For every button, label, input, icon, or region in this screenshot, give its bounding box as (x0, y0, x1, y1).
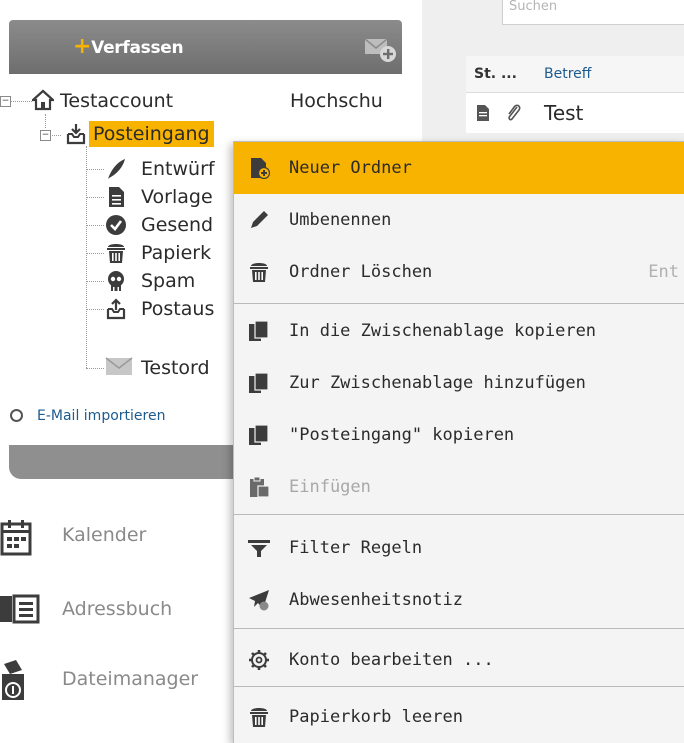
tree-connector (10, 101, 32, 102)
tree-connector (86, 169, 104, 170)
menu-label: "Posteingang" kopieren (289, 425, 515, 445)
search-input[interactable]: Suchen (502, 0, 684, 25)
gear-icon (249, 650, 269, 670)
menu-item-rename[interactable]: Umbenennen (234, 194, 684, 246)
menu-item-edit-account[interactable]: Konto bearbeiten ... (234, 634, 684, 686)
menu-item-absence-note[interactable]: Abwesenheitsnotiz (234, 574, 684, 626)
paperclip-icon (508, 104, 521, 121)
message-subject: Test (544, 101, 584, 125)
message-icon (477, 105, 489, 121)
pencil-icon (251, 211, 268, 228)
plus-icon: + (73, 34, 92, 59)
menu-label: Papierkorb leeren (289, 707, 463, 727)
column-status[interactable]: St. ... (474, 56, 517, 92)
menu-item-copy-clipboard[interactable]: In die Zwischenablage kopieren (234, 305, 684, 357)
menu-item-paste[interactable]: Einfügen (234, 461, 684, 513)
folder-label: Spam (141, 270, 196, 292)
checkmark-circle-icon (106, 215, 126, 235)
menu-separator (234, 628, 684, 629)
folder-label: Testord (141, 357, 210, 379)
menu-label: Zur Zwischenablage hinzufügen (289, 373, 586, 393)
menu-item-add-clipboard[interactable]: Zur Zwischenablage hinzufügen (234, 357, 684, 409)
tree-connector (45, 114, 46, 128)
tree-connector (86, 225, 104, 226)
message-row[interactable]: Test (466, 93, 684, 133)
quill-icon (108, 159, 125, 179)
menu-item-empty-trash[interactable]: Papierkorb leeren (234, 691, 684, 743)
menu-separator (234, 686, 684, 687)
tree-connector (86, 309, 104, 310)
menu-item-new-folder[interactable]: Neuer Ordner (234, 142, 684, 194)
compose-button[interactable]: +Verfassen (73, 32, 184, 62)
paste-icon (250, 476, 270, 498)
context-menu: Neuer Ordner Umbenennen Ordner Löschen E… (233, 141, 684, 743)
menu-label: Filter Regeln (289, 538, 423, 558)
trash-icon (250, 708, 268, 727)
menu-label: Einfügen (289, 477, 371, 497)
menu-separator (234, 514, 684, 515)
menu-label: Neuer Ordner (289, 158, 412, 178)
folder-label: Papierk (141, 242, 212, 264)
menu-item-filter-rules[interactable]: Filter Regeln (234, 522, 684, 574)
account-extra: Hochschu (290, 90, 383, 112)
menu-item-delete-folder[interactable]: Ordner Löschen Ent (234, 246, 684, 298)
envelope-icon (105, 357, 133, 375)
folder-label: Vorlage (141, 186, 213, 208)
folder-label: Gesend (141, 214, 214, 236)
collapse-toggle[interactable]: − (0, 96, 11, 107)
menu-label: Konto bearbeiten ... (289, 650, 494, 670)
tree-connector (86, 197, 104, 198)
document-icon (109, 187, 124, 207)
absence-note-icon (249, 590, 269, 611)
skull-icon (108, 271, 124, 291)
import-email-link[interactable]: E-Mail importieren (10, 408, 165, 424)
folder-label: Posteingang (89, 121, 214, 147)
menu-label: Umbenennen (289, 210, 392, 230)
calendar-icon (0, 520, 32, 556)
new-folder-icon (251, 158, 270, 179)
menu-shortcut: Ent (648, 262, 679, 282)
nav-label: Adressbuch (62, 598, 173, 620)
trash-icon (107, 244, 125, 263)
outbox-icon (106, 298, 126, 320)
message-list-header: St. ... Betreff (466, 56, 684, 93)
menu-label: Ordner Löschen (289, 262, 433, 282)
address-card-icon (0, 594, 40, 624)
tree-connector (86, 146, 87, 368)
clipboard-add-icon (249, 372, 269, 393)
column-subject[interactable]: Betreff (544, 56, 591, 92)
home-icon (32, 89, 54, 111)
menu-separator (234, 303, 684, 304)
folder-label: Postaus (141, 298, 215, 320)
collapse-toggle[interactable]: − (40, 130, 51, 141)
folder-label: Entwürf (141, 158, 215, 180)
account-label: Testaccount (60, 90, 174, 112)
radio-icon (10, 408, 23, 422)
filter-icon (248, 540, 270, 557)
compose-label: Verfassen (91, 38, 184, 58)
tree-connector (86, 281, 104, 282)
nav-label: Dateimanager (62, 668, 199, 690)
menu-label: In die Zwischenablage kopieren (289, 321, 597, 341)
menu-item-copy-folder[interactable]: "Posteingang" kopieren (234, 409, 684, 461)
menu-label: Abwesenheitsnotiz (289, 590, 463, 610)
clipboard-copy-icon (249, 320, 269, 341)
tree-connector (86, 368, 104, 369)
nav-label: Kalender (62, 524, 147, 546)
new-mail-icon[interactable] (364, 35, 398, 63)
import-label: E-Mail importieren (37, 408, 166, 424)
copy-folder-icon (249, 424, 269, 445)
trash-icon (250, 263, 268, 282)
inbox-icon (66, 124, 86, 145)
compose-bar: +Verfassen (9, 20, 402, 74)
tree-connector (86, 253, 104, 254)
file-manager-icon (2, 660, 24, 700)
